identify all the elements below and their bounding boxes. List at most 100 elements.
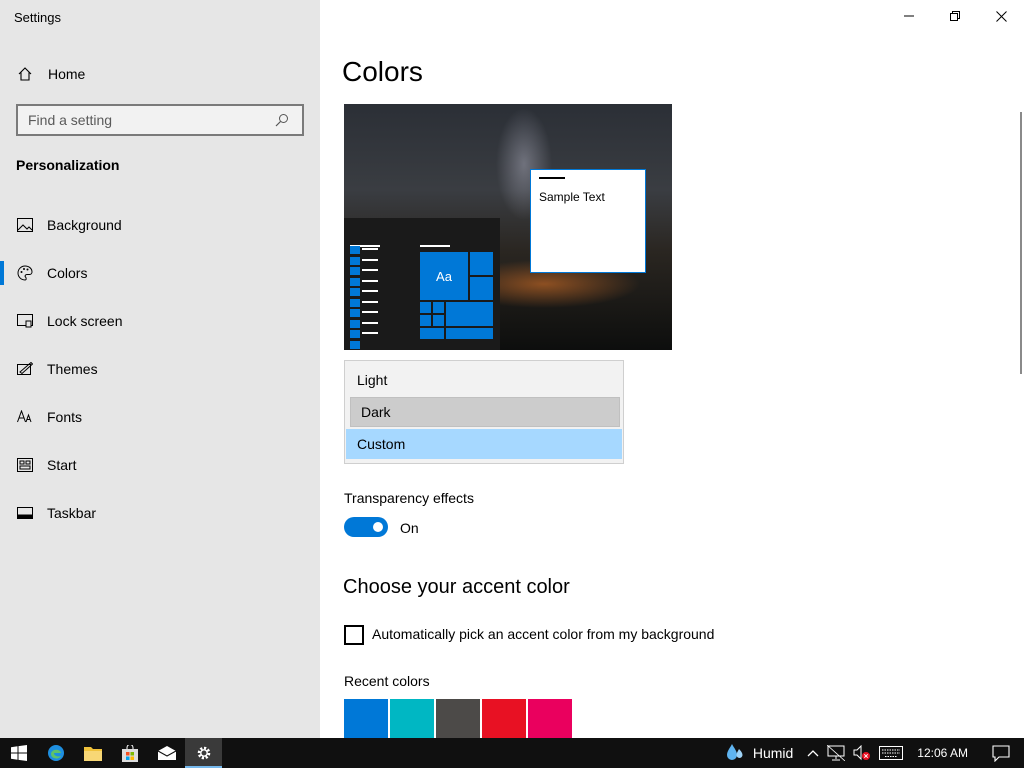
sidebar-item-lock-screen[interactable]: Lock screen (0, 301, 320, 341)
color-swatch[interactable] (390, 699, 434, 738)
minimize-icon (904, 15, 914, 17)
home-label: Home (48, 66, 86, 82)
settings-taskbar-button[interactable] (185, 738, 222, 768)
edge-icon (47, 745, 64, 761)
folder-icon (83, 746, 102, 761)
windows-logo-icon (10, 745, 27, 761)
recent-colors-label: Recent colors (344, 673, 430, 689)
preview-tile-aa: Aa (420, 252, 468, 300)
preview-title-bar (539, 177, 565, 179)
preview-tile (470, 252, 493, 275)
preview-tile (446, 328, 493, 339)
search-icon[interactable] (272, 110, 292, 130)
store-button[interactable] (111, 738, 148, 768)
volume-muted-icon (853, 745, 871, 761)
network-icon (827, 745, 846, 761)
restore-icon (950, 11, 960, 21)
touch-keyboard-button[interactable] (875, 738, 907, 768)
sidebar-item-label: Background (47, 217, 122, 233)
weather-widget[interactable] (721, 738, 749, 768)
color-swatch[interactable] (482, 699, 526, 738)
sidebar-item-colors[interactable]: Colors (0, 253, 320, 293)
clock[interactable]: 12:06 AM (907, 738, 978, 768)
preview-start-menu: Aa (344, 218, 500, 350)
home-link[interactable]: Home (16, 60, 85, 88)
preview-app-list (350, 246, 360, 350)
start-button[interactable] (0, 738, 37, 768)
minimize-button[interactable] (886, 0, 932, 32)
sidebar-item-label: Start (47, 457, 77, 473)
preview-sample-window: Sample Text (530, 169, 646, 273)
color-swatch[interactable] (436, 699, 480, 738)
search-box[interactable] (16, 104, 304, 136)
transparency-state: On (400, 520, 419, 536)
palette-icon (16, 264, 34, 282)
page-title: Colors (342, 56, 423, 87)
preview-line (420, 245, 450, 247)
preview-tile (420, 302, 431, 313)
auto-accent-checkbox[interactable] (344, 625, 364, 645)
sidebar-item-background[interactable]: Background (0, 205, 320, 245)
chevron-up-icon (807, 750, 819, 757)
section-title: Personalization (16, 157, 120, 173)
color-swatch[interactable] (344, 699, 388, 738)
gear-icon (197, 746, 210, 760)
volume-button[interactable] (849, 738, 875, 768)
system-tray: Humid 12:06 AM (721, 738, 1024, 768)
network-button[interactable] (823, 738, 849, 768)
transparency-toggle[interactable] (344, 517, 388, 537)
preview-sample-text: Sample Text (539, 190, 605, 204)
notification-icon (992, 744, 1010, 762)
store-bag-icon (121, 744, 138, 762)
preview-tile (433, 302, 444, 313)
scrollbar[interactable] (1020, 112, 1022, 374)
action-center-button[interactable] (978, 738, 1024, 768)
weather-text[interactable]: Humid (749, 738, 803, 768)
preview-tile (433, 315, 444, 326)
recent-colors (344, 699, 574, 738)
lock-screen-icon (16, 312, 34, 330)
edge-button[interactable] (37, 738, 74, 768)
preview-tile (446, 302, 493, 326)
mode-option-dark[interactable]: Dark (350, 397, 620, 427)
sidebar-item-label: Lock screen (47, 313, 123, 329)
preview-tile (420, 328, 444, 339)
start-icon (16, 456, 34, 474)
sidebar-item-label: Fonts (47, 409, 83, 425)
preview-app-labels (362, 248, 378, 343)
app-title: Settings (14, 10, 61, 25)
preview-tile (420, 315, 431, 326)
show-hidden-icons-button[interactable] (803, 738, 823, 768)
file-explorer-button[interactable] (74, 738, 111, 768)
sidebar-item-label: Taskbar (47, 505, 97, 521)
restore-button[interactable] (932, 0, 978, 32)
keyboard-icon (879, 746, 904, 760)
color-swatch[interactable] (528, 699, 572, 738)
themes-icon (16, 360, 34, 378)
sidebar-item-label: Themes (47, 361, 98, 377)
sidebar-item-themes[interactable]: Themes (0, 349, 320, 389)
close-button[interactable] (978, 0, 1024, 32)
taskbar-icon (16, 504, 34, 522)
sidebar-item-label: Colors (47, 265, 88, 281)
sidebar-item-start[interactable]: Start (0, 445, 320, 485)
preview-tile (470, 277, 493, 300)
search-input[interactable] (18, 112, 268, 128)
mode-option-light[interactable]: Light (346, 365, 622, 395)
picture-icon (16, 216, 34, 234)
mode-option-custom[interactable]: Custom (346, 429, 622, 459)
raindrop-icon (726, 744, 743, 760)
mail-icon (157, 746, 176, 760)
theme-preview: Aa Sample Text (344, 104, 672, 350)
home-icon (16, 65, 34, 83)
color-mode-dropdown[interactable]: Light Dark Custom (344, 360, 624, 464)
sidebar: Settings Home Personalization Background… (0, 0, 320, 738)
transparency-label: Transparency effects (344, 490, 474, 506)
fonts-icon (16, 408, 34, 426)
sidebar-item-fonts[interactable]: Fonts (0, 397, 320, 437)
sidebar-item-taskbar[interactable]: Taskbar (0, 493, 320, 533)
taskbar: Humid 12:06 AM (0, 738, 1024, 768)
toggle-knob (373, 522, 383, 532)
mail-button[interactable] (148, 738, 185, 768)
auto-accent-label[interactable]: Automatically pick an accent color from … (372, 626, 714, 642)
